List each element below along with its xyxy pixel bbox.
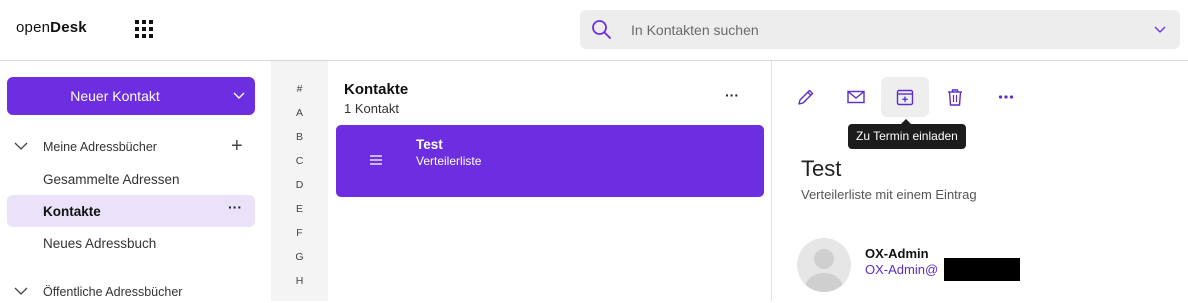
contact-detail: Zu Termin einladen Test Verteilerliste m… <box>773 61 1188 301</box>
search-icon <box>592 20 611 39</box>
contact-list: Kontakte 1 Kontakt ··· Test Verteilerlis… <box>328 61 772 301</box>
pencil-icon <box>798 89 814 105</box>
trash-icon <box>948 89 962 106</box>
edit-button[interactable] <box>782 77 830 117</box>
alpha-letter[interactable]: G <box>271 251 328 263</box>
avatar <box>797 238 851 292</box>
distribution-list-icon <box>370 155 382 165</box>
section-my-addressbooks[interactable]: Meine Adressbücher + <box>14 136 259 158</box>
member-email-link[interactable]: OX-Admin@ <box>865 262 938 277</box>
alpha-letter[interactable]: C <box>271 155 328 167</box>
contact-subtitle: Verteilerliste mit einem Eintrag <box>801 187 977 202</box>
sidebar-item-label: Kontakte <box>43 204 101 219</box>
alpha-letter[interactable]: B <box>271 131 328 143</box>
logo-text-bold: Desk <box>50 19 87 36</box>
search-bar[interactable]: In Kontakten suchen <box>580 10 1180 49</box>
member-name: OX-Admin <box>865 246 929 261</box>
more-options-icon[interactable]: ··· <box>228 199 242 215</box>
redaction-box <box>944 258 1020 281</box>
more-icon <box>998 95 1014 99</box>
opendesk-logo[interactable]: openDesk <box>16 19 87 36</box>
alpha-letter[interactable]: H <box>271 275 328 287</box>
sidebar-item-label: Neues Adressbuch <box>43 236 157 251</box>
list-title: Kontakte <box>344 81 409 98</box>
envelope-icon <box>847 90 865 104</box>
list-item-type: Verteilerliste <box>416 154 482 168</box>
section-label: Meine Adressbücher <box>43 140 157 154</box>
delete-button[interactable] <box>931 77 979 117</box>
alpha-letter[interactable]: F <box>271 227 328 239</box>
logo-text-prefix: open <box>16 19 51 36</box>
chevron-down-icon[interactable] <box>233 92 245 100</box>
alpha-letter[interactable]: D <box>271 179 328 191</box>
send-mail-button[interactable] <box>832 77 880 117</box>
search-input[interactable]: In Kontakten suchen <box>631 22 759 38</box>
contact-title: Test <box>801 156 842 181</box>
app-grid-icon[interactable] <box>135 20 153 38</box>
person-silhouette-icon <box>805 249 843 292</box>
sidebar-item-kontakte[interactable]: Kontakte ··· <box>7 195 255 227</box>
sidebar-item-gesammelte-adressen[interactable]: Gesammelte Adressen <box>7 163 255 195</box>
section-public-addressbooks[interactable]: Öffentliche Adressbücher <box>14 281 259 303</box>
list-count: 1 Kontakt <box>344 101 399 116</box>
alpha-letter[interactable]: # <box>271 83 328 95</box>
tooltip: Zu Termin einladen <box>848 119 966 149</box>
chevron-down-icon[interactable] <box>1154 24 1166 34</box>
chevron-down-icon[interactable] <box>14 287 28 296</box>
sidebar-item-neues-adressbuch[interactable]: Neues Adressbuch <box>7 227 255 259</box>
add-addressbook-icon[interactable]: + <box>231 136 243 156</box>
more-actions-button[interactable] <box>982 77 1030 117</box>
section-label: Öffentliche Adressbücher <box>43 285 183 299</box>
calendar-plus-icon <box>896 89 914 106</box>
list-item-name: Test <box>416 137 443 152</box>
alphabet-index: # A B C D E F G H <box>271 61 328 301</box>
list-more-icon[interactable]: ··· <box>725 87 739 103</box>
alpha-letter[interactable]: A <box>271 107 328 119</box>
sidebar: Neuer Kontakt Meine Adressbücher + Gesam… <box>0 61 271 301</box>
new-contact-button[interactable]: Neuer Kontakt <box>7 77 255 115</box>
sidebar-item-label: Gesammelte Adressen <box>43 172 180 187</box>
new-contact-label: Neuer Kontakt <box>70 88 160 104</box>
list-item[interactable]: Test Verteilerliste <box>336 125 764 197</box>
top-bar: openDesk In Kontakten suchen <box>0 0 1188 61</box>
invite-to-appointment-button[interactable] <box>881 77 929 117</box>
alpha-letter[interactable]: E <box>271 203 328 215</box>
chevron-down-icon[interactable] <box>14 142 28 151</box>
